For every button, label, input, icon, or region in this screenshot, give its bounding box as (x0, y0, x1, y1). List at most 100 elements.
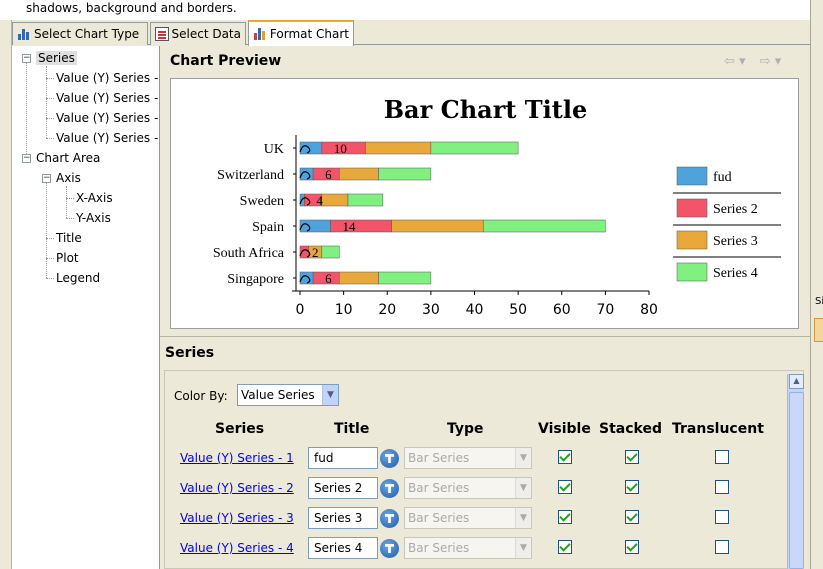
legend-entry: Series 3 (713, 234, 758, 249)
tree-node-x-axis[interactable]: X-Axis (76, 190, 113, 206)
bar-segment (299, 141, 323, 155)
series-title-input[interactable]: Series 4 (308, 537, 378, 559)
data-label: 6 (325, 167, 332, 182)
stacked-checkbox[interactable] (625, 510, 639, 524)
series-type-value: Bar Series (408, 541, 470, 555)
series-type-select[interactable]: Bar Series ▼ (404, 507, 532, 529)
expression-builder-icon[interactable] (380, 479, 399, 498)
legend-swatch (676, 198, 708, 218)
category-label: Sweden (240, 194, 284, 209)
legend-swatch (676, 166, 708, 186)
expression-builder-icon[interactable] (380, 539, 399, 558)
back-arrow-icon[interactable]: ⇦ ▾ (724, 54, 746, 69)
series-scrollbar[interactable]: ▲ (787, 374, 804, 569)
bar-segment (330, 219, 392, 233)
chart-preview-canvas: Bar Chart Title UK 10 Switzerland 6 Sweden 4 S… (170, 78, 799, 329)
series-title-input[interactable]: fud (308, 447, 378, 469)
x-tick-label: 20 (378, 302, 396, 318)
bar-segment (430, 141, 519, 155)
series-link[interactable]: Value (Y) Series - 1 (180, 451, 294, 465)
legend-entry: fud (713, 170, 732, 185)
visible-checkbox[interactable] (558, 510, 572, 524)
chevron-down-icon: ▼ (515, 478, 531, 498)
expression-builder-icon[interactable] (380, 509, 399, 528)
series-type-select[interactable]: Bar Series ▼ (404, 447, 532, 469)
category-label: Spain (252, 220, 284, 235)
axis-collapse-toggle[interactable]: − (42, 174, 51, 183)
category-label: UK (264, 142, 284, 157)
tree-node-series[interactable]: Series (36, 50, 77, 66)
series-link[interactable]: Value (Y) Series - 3 (180, 511, 294, 525)
tree-node-title[interactable]: Title (56, 230, 82, 246)
series-type-select[interactable]: Bar Series ▼ (404, 537, 532, 559)
chart-type-icon (17, 27, 31, 41)
chevron-down-icon: ▼ (515, 448, 531, 468)
bar-segment (391, 219, 484, 233)
color-by-value: Value Series (241, 388, 315, 402)
series-title-input[interactable]: Series 3 (308, 507, 378, 529)
tab-format-chart[interactable]: Format Chart (248, 20, 354, 46)
data-label: 2 (312, 245, 319, 260)
tree-node-y-axis[interactable]: Y-Axis (76, 210, 111, 226)
stacked-checkbox[interactable] (625, 540, 639, 554)
column-header-visible: Visible (538, 421, 591, 437)
tree-node-value-series-4[interactable]: Value (Y) Series - (56, 130, 158, 146)
series-type-value: Bar Series (408, 511, 470, 525)
data-label: 4 (316, 193, 323, 208)
legend-swatch (676, 230, 708, 250)
tree-node-axis[interactable]: Axis (56, 170, 81, 186)
series-section-header: Series (160, 336, 810, 368)
series-title-input[interactable]: Series 2 (308, 477, 378, 499)
chart-area-collapse-toggle[interactable]: − (22, 154, 31, 163)
expression-builder-icon[interactable] (380, 449, 399, 468)
x-tick-label: 70 (596, 302, 614, 318)
left-margin (0, 20, 12, 569)
scroll-thumb[interactable] (789, 392, 804, 569)
tree-node-chart-area[interactable]: Chart Area (36, 150, 100, 166)
color-by-select[interactable]: Value Series ▼ (237, 384, 339, 406)
translucent-checkbox[interactable] (715, 450, 729, 464)
visible-checkbox[interactable] (558, 450, 572, 464)
column-header-translucent: Translucent (672, 421, 764, 437)
format-chart-icon (253, 27, 267, 41)
tab-select-data[interactable]: Select Data (150, 22, 246, 45)
series-type-value: Bar Series (408, 481, 470, 495)
tree-node-plot[interactable]: Plot (56, 250, 79, 266)
translucent-checkbox[interactable] (715, 540, 729, 554)
bar-segment (482, 219, 606, 233)
x-tick-label: 60 (553, 302, 571, 318)
preview-nav: ⇦ ▾ ⇨ ▾ (724, 54, 781, 69)
stacked-checkbox[interactable] (625, 480, 639, 494)
scroll-up-icon[interactable]: ▲ (789, 374, 804, 389)
visible-checkbox[interactable] (558, 540, 572, 554)
translucent-checkbox[interactable] (715, 510, 729, 524)
tab-label: Select Chart Type (34, 27, 140, 41)
tree-node-legend[interactable]: Legend (56, 270, 100, 286)
tree-node-value-series-1[interactable]: Value (Y) Series - (56, 70, 158, 86)
bar-segment (378, 167, 432, 181)
series-type-value: Bar Series (408, 451, 470, 465)
bar-chart: UK 10 Switzerland 6 Sweden 4 Spain 14 South Afri… (213, 135, 781, 318)
series-collapse-toggle[interactable]: − (22, 54, 31, 63)
bar-segment (378, 271, 432, 285)
bar-segment (321, 245, 340, 259)
data-label: 14 (343, 219, 357, 234)
series-type-select[interactable]: Bar Series ▼ (404, 477, 532, 499)
column-header-type: Type (447, 421, 484, 437)
tab-label: Format Chart (269, 27, 349, 41)
series-link[interactable]: Value (Y) Series - 2 (180, 481, 294, 495)
chevron-down-icon: ▼ (322, 385, 338, 405)
tab-select-chart-type[interactable]: Select Chart Type (12, 22, 148, 45)
column-header-title: Title (334, 421, 370, 437)
stacked-checkbox[interactable] (625, 450, 639, 464)
category-label: South Africa (213, 246, 285, 261)
forward-arrow-icon[interactable]: ⇨ ▾ (760, 54, 782, 69)
category-label: Switzerland (217, 168, 284, 183)
series-link[interactable]: Value (Y) Series - 4 (180, 541, 294, 555)
tree-node-value-series-3[interactable]: Value (Y) Series - (56, 110, 158, 126)
visible-checkbox[interactable] (558, 480, 572, 494)
bar-segment (339, 271, 379, 285)
tree-node-value-series-2[interactable]: Value (Y) Series - (56, 90, 158, 106)
translucent-checkbox[interactable] (715, 480, 729, 494)
data-label: 10 (334, 141, 347, 156)
